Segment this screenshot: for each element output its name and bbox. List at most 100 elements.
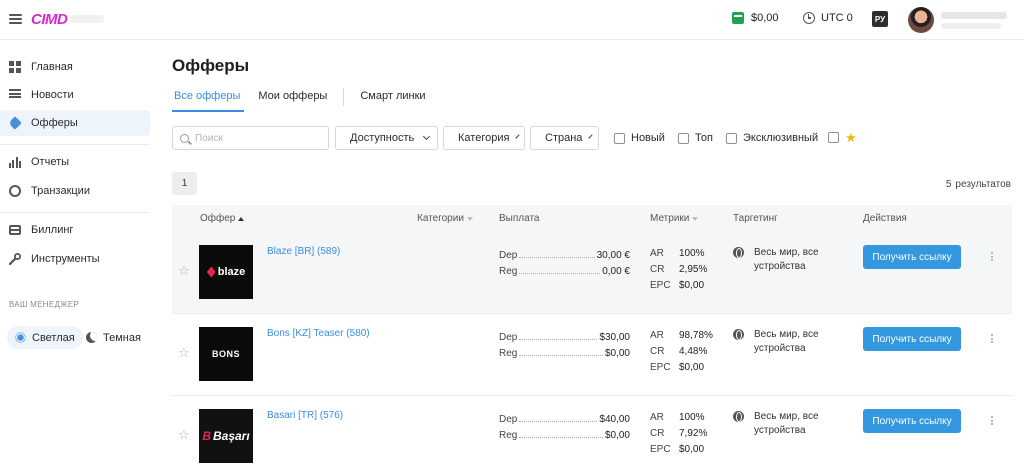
search-input[interactable] [195, 132, 315, 144]
blaze-logo-mark [206, 266, 216, 278]
metric-epc-value: $0,00 [679, 362, 705, 373]
theme-light-button[interactable]: Светлая [7, 326, 83, 349]
search-field[interactable] [172, 126, 329, 150]
page-button[interactable]: 1 [172, 172, 197, 195]
column-categories[interactable]: Категории [417, 213, 473, 224]
get-link-button[interactable]: Получить ссылку [863, 245, 961, 269]
exclusive-label: Эксклюзивный [743, 132, 819, 144]
transactions-icon [9, 185, 21, 197]
checkbox-box[interactable] [614, 132, 625, 144]
sidebar-item-billing[interactable]: Биллинг [0, 217, 150, 243]
sidebar-item-news[interactable]: Новости [0, 82, 150, 108]
checkbox-box[interactable] [678, 132, 689, 144]
checkbox-box[interactable] [828, 132, 839, 143]
checkbox-box[interactable] [726, 132, 737, 144]
column-payout: Выплата [499, 213, 540, 224]
payout-reg: Reg $0,00 [499, 430, 630, 441]
dashboard-icon [9, 61, 21, 73]
divider [0, 144, 150, 145]
column-metrics[interactable]: Метрики [650, 213, 699, 224]
page-title: Офферы [172, 56, 250, 75]
logo-tagline [70, 15, 104, 23]
favorite-checkbox[interactable]: ★ [828, 131, 857, 144]
metric-cr-label: CR [650, 264, 665, 275]
column-actions: Действия [863, 213, 907, 224]
chevron-down-icon [515, 134, 521, 139]
sidebar-item-label: Транзакции [31, 185, 90, 197]
sidebar-item-label: Биллинг [31, 224, 74, 236]
availability-dropdown[interactable]: Доступность [335, 126, 438, 150]
category-dropdown[interactable]: Категория [443, 126, 525, 150]
new-label: Новый [631, 132, 665, 144]
offer-logo[interactable]: BONS [199, 327, 253, 381]
more-options-icon[interactable] [991, 252, 994, 263]
star-icon[interactable]: ☆ [178, 264, 190, 277]
results-label: результатов [955, 179, 1011, 190]
avatar[interactable] [908, 7, 934, 33]
sidebar-item-offers[interactable]: Офферы [0, 110, 150, 136]
offer-tabs: Все офферы Мои офферы Смарт линки [172, 84, 442, 112]
metric-epc-label: EPC [650, 362, 671, 373]
category-label: Категория [458, 132, 510, 144]
more-options-icon[interactable] [991, 416, 994, 427]
payout-dep: Dep 30,00 € [499, 250, 630, 261]
get-link-button[interactable]: Получить ссылку [863, 327, 961, 351]
tab-my-offers[interactable]: Мои офферы [256, 84, 331, 112]
top-label: Топ [695, 132, 713, 144]
table-header: Оффер Категории Выплата Метрики Таргетин… [172, 205, 1012, 232]
user-name [941, 12, 1007, 19]
theme-dark-button[interactable]: Темная [86, 326, 141, 349]
timezone[interactable]: UTC 0 [803, 12, 853, 24]
sidebar-item-reports[interactable]: Отчеты [0, 149, 150, 175]
sidebar: Главная Новости Офферы Отчеты Транзакции… [0, 40, 160, 467]
tab-separator [343, 88, 345, 106]
logo[interactable]: CIMD [31, 11, 68, 28]
results-count: 5 результатов [946, 179, 1011, 190]
metric-cr-value: 2,95% [679, 264, 708, 275]
credit-card-icon [9, 225, 21, 235]
star-icon[interactable]: ☆ [178, 346, 190, 359]
sidebar-item-home[interactable]: Главная [0, 54, 150, 80]
country-label: Страна [545, 132, 583, 144]
exclusive-checkbox[interactable]: Эксклюзивный [726, 132, 818, 144]
column-targeting: Таргетинг [733, 213, 778, 224]
globe-icon [733, 247, 744, 258]
payout-dep: Dep $40,00 [499, 414, 630, 425]
metric-ar-label: AR [650, 412, 664, 423]
metric-ar-value: 100% [679, 248, 705, 259]
top-checkbox[interactable]: Топ [678, 132, 713, 144]
column-offer[interactable]: Оффер [200, 213, 245, 224]
table-row: ☆ blaze Blaze [BR] (589) Dep 30,00 € Reg 0… [172, 232, 1012, 314]
divider [0, 212, 150, 213]
menu-icon[interactable] [9, 14, 22, 24]
sidebar-item-tools[interactable]: Инструменты [0, 246, 150, 272]
tab-smart-links[interactable]: Смарт линки [358, 84, 429, 112]
moon-icon [86, 332, 97, 343]
search-icon [180, 133, 189, 143]
sort-asc-icon [238, 216, 245, 221]
new-checkbox[interactable]: Новый [614, 132, 665, 144]
offer-name-link[interactable]: Bons [KZ] Teaser (580) [267, 328, 370, 339]
offer-name-link[interactable]: Basari [TR] (576) [267, 410, 343, 421]
offer-logo[interactable]: B Başarı [199, 409, 253, 463]
language-switch[interactable]: РУ [872, 11, 888, 27]
manager-label: ВАШ МЕНЕДЖЕР [9, 300, 80, 309]
balance[interactable]: $0,00 [732, 12, 779, 24]
country-dropdown[interactable]: Страна [530, 126, 599, 150]
metric-epc-label: EPC [650, 280, 671, 291]
targeting-text: Весь мир, все устройства [754, 329, 819, 354]
offer-logo[interactable]: blaze [199, 245, 253, 299]
metric-epc-value: $0,00 [679, 280, 705, 291]
more-options-icon[interactable] [991, 334, 994, 345]
tab-all-offers[interactable]: Все офферы [172, 84, 245, 112]
sidebar-item-transactions[interactable]: Транзакции [0, 178, 150, 204]
offer-name-link[interactable]: Blaze [BR] (589) [267, 246, 340, 257]
sidebar-item-label: Новости [31, 89, 74, 101]
get-link-button[interactable]: Получить ссылку [863, 409, 961, 433]
sort-icon [692, 216, 699, 221]
sidebar-item-label: Офферы [31, 117, 78, 129]
sidebar-item-label: Главная [31, 61, 73, 73]
star-icon[interactable]: ☆ [178, 428, 190, 441]
basari-logo-mark: B [202, 429, 211, 443]
chevron-down-icon [588, 134, 594, 139]
